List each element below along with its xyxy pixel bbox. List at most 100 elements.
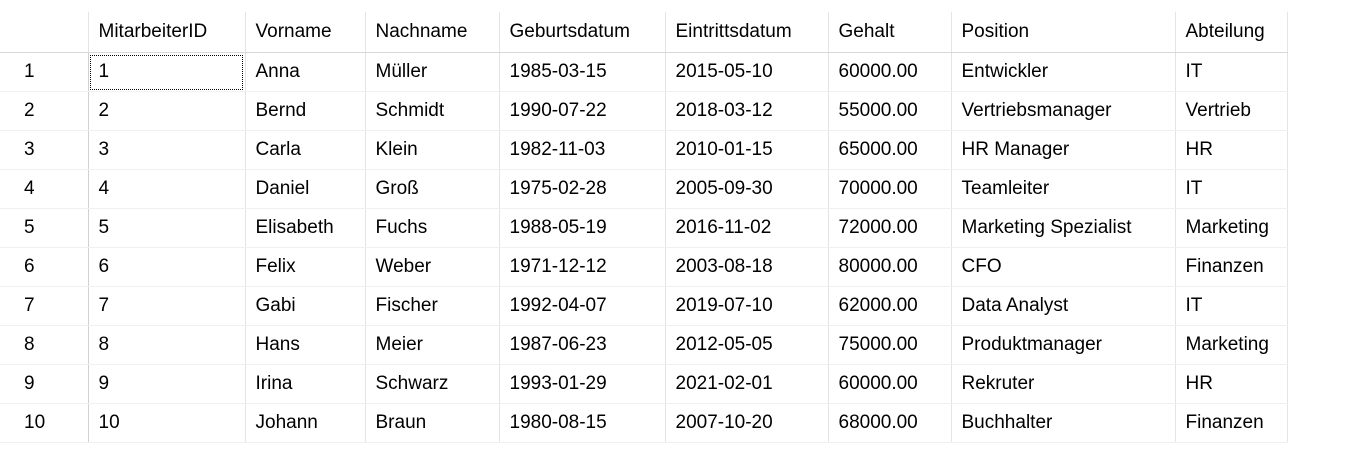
cell-position[interactable]: CFO — [951, 247, 1176, 287]
cell-eintrittsdatum[interactable]: 2005-09-30 — [665, 169, 829, 209]
cell-geburtsdatum[interactable]: 1980-08-15 — [499, 403, 666, 443]
cell-nachname[interactable]: Schwarz — [365, 364, 500, 404]
cell-nachname[interactable]: Klein — [365, 130, 500, 170]
row-number[interactable]: 5 — [0, 208, 89, 248]
cell-gehalt[interactable]: 80000.00 — [828, 247, 952, 287]
cell-mitarbeiterid[interactable]: 5 — [88, 208, 246, 248]
cell-vorname[interactable]: Irina — [245, 364, 366, 404]
cell-nachname[interactable]: Fischer — [365, 286, 500, 326]
cell-nachname[interactable]: Fuchs — [365, 208, 500, 248]
table-row[interactable]: 10 10 Johann Braun 1980-08-15 2007-10-20 68000… — [0, 403, 1288, 443]
cell-gehalt[interactable]: 60000.00 — [828, 52, 952, 92]
cell-nachname[interactable]: Müller — [365, 52, 500, 92]
cell-mitarbeiterid[interactable]: 9 — [88, 364, 246, 404]
corner-cell[interactable] — [0, 12, 89, 53]
column-header-gehalt[interactable]: Gehalt — [828, 12, 952, 53]
cell-mitarbeiterid[interactable]: 10 — [88, 403, 246, 443]
column-header-eintrittsdatum[interactable]: Eintrittsdatum — [665, 12, 829, 53]
table-row[interactable]: 8 8 Hans Meier 1987-06-23 2012-05-05 75000.00 P… — [0, 325, 1288, 365]
row-number[interactable]: 10 — [0, 403, 89, 443]
cell-position[interactable]: Rekruter — [951, 364, 1176, 404]
cell-abteilung[interactable]: IT — [1175, 169, 1288, 209]
cell-nachname[interactable]: Braun — [365, 403, 500, 443]
cell-position[interactable]: Entwickler — [951, 52, 1176, 92]
cell-position[interactable]: Buchhalter — [951, 403, 1176, 443]
row-number[interactable]: 7 — [0, 286, 89, 326]
column-header-nachname[interactable]: Nachname — [365, 12, 500, 53]
cell-abteilung[interactable]: Marketing — [1175, 325, 1288, 365]
cell-position[interactable]: Vertriebsmanager — [951, 91, 1176, 131]
row-number[interactable]: 1 — [0, 52, 89, 92]
cell-eintrittsdatum[interactable]: 2019-07-10 — [665, 286, 829, 326]
cell-abteilung[interactable]: Finanzen — [1175, 247, 1288, 287]
cell-nachname[interactable]: Weber — [365, 247, 500, 287]
column-header-mitarbeiterid[interactable]: MitarbeiterID — [88, 12, 246, 53]
cell-geburtsdatum[interactable]: 1982-11-03 — [499, 130, 666, 170]
cell-gehalt[interactable]: 75000.00 — [828, 325, 952, 365]
cell-vorname[interactable]: Daniel — [245, 169, 366, 209]
cell-vorname[interactable]: Felix — [245, 247, 366, 287]
cell-position[interactable]: HR Manager — [951, 130, 1176, 170]
table-row[interactable]: 5 5 Elisabeth Fuchs 1988-05-19 2016-11-02 7200… — [0, 208, 1288, 248]
cell-abteilung[interactable]: HR — [1175, 364, 1288, 404]
cell-vorname[interactable]: Bernd — [245, 91, 366, 131]
cell-vorname[interactable]: Anna — [245, 52, 366, 92]
cell-nachname[interactable]: Schmidt — [365, 91, 500, 131]
cell-eintrittsdatum[interactable]: 2021-02-01 — [665, 364, 829, 404]
cell-vorname[interactable]: Gabi — [245, 286, 366, 326]
cell-gehalt[interactable]: 70000.00 — [828, 169, 952, 209]
cell-geburtsdatum[interactable]: 1985-03-15 — [499, 52, 666, 92]
row-number[interactable]: 2 — [0, 91, 89, 131]
cell-mitarbeiterid[interactable]: 7 — [88, 286, 246, 326]
table-row[interactable]: 3 3 Carla Klein 1982-11-03 2010-01-15 65000.00… — [0, 130, 1288, 170]
cell-abteilung[interactable]: Finanzen — [1175, 403, 1288, 443]
cell-gehalt[interactable]: 60000.00 — [828, 364, 952, 404]
cell-mitarbeiterid[interactable]: 1 — [88, 52, 246, 92]
cell-eintrittsdatum[interactable]: 2016-11-02 — [665, 208, 829, 248]
cell-mitarbeiterid[interactable]: 8 — [88, 325, 246, 365]
table-row[interactable]: 1 1 Anna Müller 1985-03-15 2015-05-10 60000.00… — [0, 52, 1288, 92]
cell-abteilung[interactable]: HR — [1175, 130, 1288, 170]
cell-eintrittsdatum[interactable]: 2003-08-18 — [665, 247, 829, 287]
cell-vorname[interactable]: Hans — [245, 325, 366, 365]
cell-abteilung[interactable]: Marketing — [1175, 208, 1288, 248]
cell-eintrittsdatum[interactable]: 2010-01-15 — [665, 130, 829, 170]
table-row[interactable]: 7 7 Gabi Fischer 1992-04-07 2019-07-10 62000.0… — [0, 286, 1288, 326]
column-header-geburtsdatum[interactable]: Geburtsdatum — [499, 12, 666, 53]
row-number[interactable]: 8 — [0, 325, 89, 365]
column-header-abteilung[interactable]: Abteilung — [1175, 12, 1288, 53]
cell-mitarbeiterid[interactable]: 3 — [88, 130, 246, 170]
table-row[interactable]: 4 4 Daniel Groß 1975-02-28 2005-09-30 70000.00… — [0, 169, 1288, 209]
row-number[interactable]: 4 — [0, 169, 89, 209]
cell-gehalt[interactable]: 62000.00 — [828, 286, 952, 326]
cell-geburtsdatum[interactable]: 1987-06-23 — [499, 325, 666, 365]
column-header-vorname[interactable]: Vorname — [245, 12, 366, 53]
cell-gehalt[interactable]: 68000.00 — [828, 403, 952, 443]
table-row[interactable]: 9 9 Irina Schwarz 1993-01-29 2021-02-01 60000.… — [0, 364, 1288, 404]
row-number[interactable]: 3 — [0, 130, 89, 170]
table-row[interactable]: 2 2 Bernd Schmidt 1990-07-22 2018-03-12 55000.… — [0, 91, 1288, 131]
cell-mitarbeiterid[interactable]: 2 — [88, 91, 246, 131]
column-header-position[interactable]: Position — [951, 12, 1176, 53]
cell-vorname[interactable]: Elisabeth — [245, 208, 366, 248]
cell-gehalt[interactable]: 65000.00 — [828, 130, 952, 170]
cell-eintrittsdatum[interactable]: 2015-05-10 — [665, 52, 829, 92]
cell-geburtsdatum[interactable]: 1971-12-12 — [499, 247, 666, 287]
cell-eintrittsdatum[interactable]: 2012-05-05 — [665, 325, 829, 365]
cell-eintrittsdatum[interactable]: 2007-10-20 — [665, 403, 829, 443]
table-row[interactable]: 6 6 Felix Weber 1971-12-12 2003-08-18 80000.00… — [0, 247, 1288, 287]
cell-abteilung[interactable]: Vertrieb — [1175, 91, 1288, 131]
cell-mitarbeiterid[interactable]: 4 — [88, 169, 246, 209]
cell-geburtsdatum[interactable]: 1993-01-29 — [499, 364, 666, 404]
cell-gehalt[interactable]: 72000.00 — [828, 208, 952, 248]
cell-geburtsdatum[interactable]: 1992-04-07 — [499, 286, 666, 326]
cell-position[interactable]: Produktmanager — [951, 325, 1176, 365]
cell-eintrittsdatum[interactable]: 2018-03-12 — [665, 91, 829, 131]
cell-vorname[interactable]: Carla — [245, 130, 366, 170]
row-number[interactable]: 9 — [0, 364, 89, 404]
cell-position[interactable]: Data Analyst — [951, 286, 1176, 326]
cell-geburtsdatum[interactable]: 1988-05-19 — [499, 208, 666, 248]
cell-position[interactable]: Teamleiter — [951, 169, 1176, 209]
cell-geburtsdatum[interactable]: 1975-02-28 — [499, 169, 666, 209]
cell-mitarbeiterid[interactable]: 6 — [88, 247, 246, 287]
